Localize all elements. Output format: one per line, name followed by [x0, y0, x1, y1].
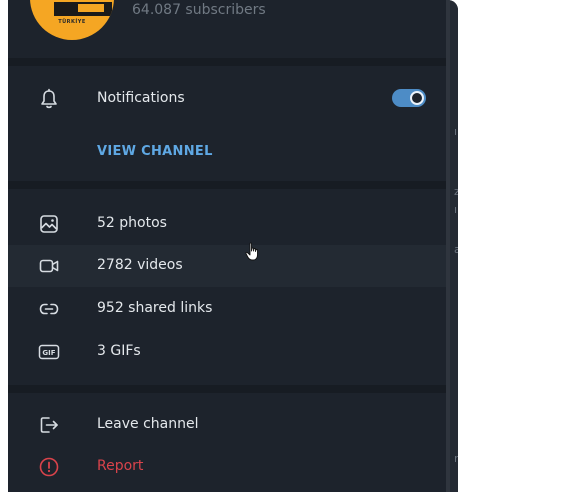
- gif-icon: GIF: [38, 344, 60, 360]
- panel-edge: [446, 0, 450, 492]
- bell-icon: [41, 88, 57, 109]
- report-icon: [39, 457, 59, 477]
- photos-label: 52 photos: [97, 215, 167, 231]
- background-text-fragment: ı: [454, 203, 458, 216]
- videos-label: 2782 videos: [97, 257, 183, 273]
- leave-icon: [40, 417, 58, 433]
- report-label: Report: [97, 458, 144, 474]
- media-row-gifs[interactable]: GIF 3 GIFs: [8, 331, 446, 373]
- media-row-photos[interactable]: 52 photos: [8, 203, 446, 245]
- leave-channel-row[interactable]: Leave channel: [8, 404, 446, 446]
- background-text-fragment: a: [454, 243, 458, 256]
- channel-header: TÜRKİYE 64.087 subscribers: [8, 0, 446, 58]
- links-label: 952 shared links: [97, 300, 213, 316]
- video-icon: [39, 259, 59, 273]
- background-text-fragment: n: [454, 452, 458, 465]
- gifs-label: 3 GIFs: [97, 343, 141, 359]
- subscriber-count: 64.087 subscribers: [132, 2, 266, 18]
- avatar-logo-mark: [78, 4, 104, 12]
- leave-channel-label: Leave channel: [97, 416, 199, 432]
- toggle-knob: [410, 91, 424, 105]
- background-text-fragment: ı: [454, 125, 458, 138]
- media-row-videos[interactable]: 2782 videos: [8, 245, 446, 287]
- media-row-links[interactable]: 952 shared links: [8, 288, 446, 330]
- section-divider: [8, 385, 446, 393]
- hand-cursor-icon: [245, 242, 258, 261]
- view-channel-link[interactable]: VIEW CHANNEL: [97, 144, 213, 159]
- notifications-row[interactable]: Notifications: [8, 78, 446, 120]
- photo-icon: [40, 215, 58, 233]
- section-divider: [8, 181, 446, 189]
- svg-text:GIF: GIF: [42, 349, 55, 357]
- channel-avatar[interactable]: TÜRKİYE: [30, 0, 114, 40]
- notifications-label: Notifications: [97, 90, 185, 106]
- channel-info-panel: TÜRKİYE 64.087 subscribers Notifications…: [8, 0, 458, 492]
- notifications-toggle[interactable]: [392, 89, 426, 107]
- avatar-logo-text: TÜRKİYE: [58, 19, 86, 25]
- report-row[interactable]: Report: [8, 446, 446, 488]
- section-divider: [8, 58, 446, 66]
- background-chat-strip: ı z ı a n: [446, 0, 458, 492]
- background-text-fragment: z: [454, 185, 458, 198]
- link-icon: [39, 303, 59, 315]
